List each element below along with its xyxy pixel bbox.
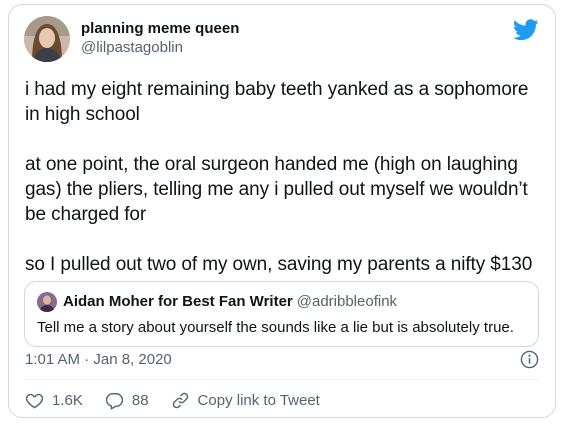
- tweet-paragraph: so I pulled out two of my own, saving my…: [25, 254, 533, 275]
- author-handle[interactable]: @lilpastagoblin: [81, 38, 239, 57]
- author-avatar[interactable]: [24, 16, 70, 62]
- heart-icon: [25, 393, 44, 408]
- quote-author-name: Aidan Moher for Best Fan Writer: [63, 293, 293, 310]
- quote-header: Aidan Moher for Best Fan Writer @adribble…: [63, 293, 397, 311]
- info-icon[interactable]: [520, 350, 539, 369]
- twitter-bird-icon[interactable]: [513, 19, 539, 41]
- tweet-paragraph: at one point, the oral surgeon handed me…: [25, 154, 528, 225]
- quote-author-handle: @adribbleofink: [296, 293, 398, 310]
- tweet-paragraph: i had my eight remaining baby teeth yank…: [25, 79, 529, 125]
- reply-icon: [105, 392, 123, 410]
- tweet-actions: 1.6K 88 Copy link to Tweet: [25, 389, 342, 411]
- divider: [24, 379, 540, 380]
- tweet-text: i had my eight remaining baby teeth yank…: [25, 77, 545, 302]
- tweet-timestamp[interactable]: 1:01 AM · Jan 8, 2020: [25, 350, 172, 369]
- link-icon: [172, 392, 188, 408]
- quoted-tweet[interactable]: Aidan Moher for Best Fan Writer @adribble…: [24, 281, 539, 347]
- quote-text: Tell me a story about yourself the sound…: [37, 319, 514, 336]
- quote-author-avatar: [37, 292, 57, 312]
- reply-button[interactable]: 88: [105, 391, 149, 410]
- like-count: 1.6K: [52, 391, 83, 409]
- copy-link-button[interactable]: Copy link to Tweet: [171, 391, 320, 410]
- author-info: planning meme queen @lilpastagoblin: [81, 19, 239, 57]
- author-display-name[interactable]: planning meme queen: [81, 19, 239, 38]
- reply-count: 88: [131, 391, 149, 409]
- like-button[interactable]: 1.6K: [25, 391, 83, 410]
- copy-link-label: Copy link to Tweet: [197, 391, 320, 409]
- tweet-card: planning meme queen @lilpastagoblin i ha…: [8, 4, 556, 418]
